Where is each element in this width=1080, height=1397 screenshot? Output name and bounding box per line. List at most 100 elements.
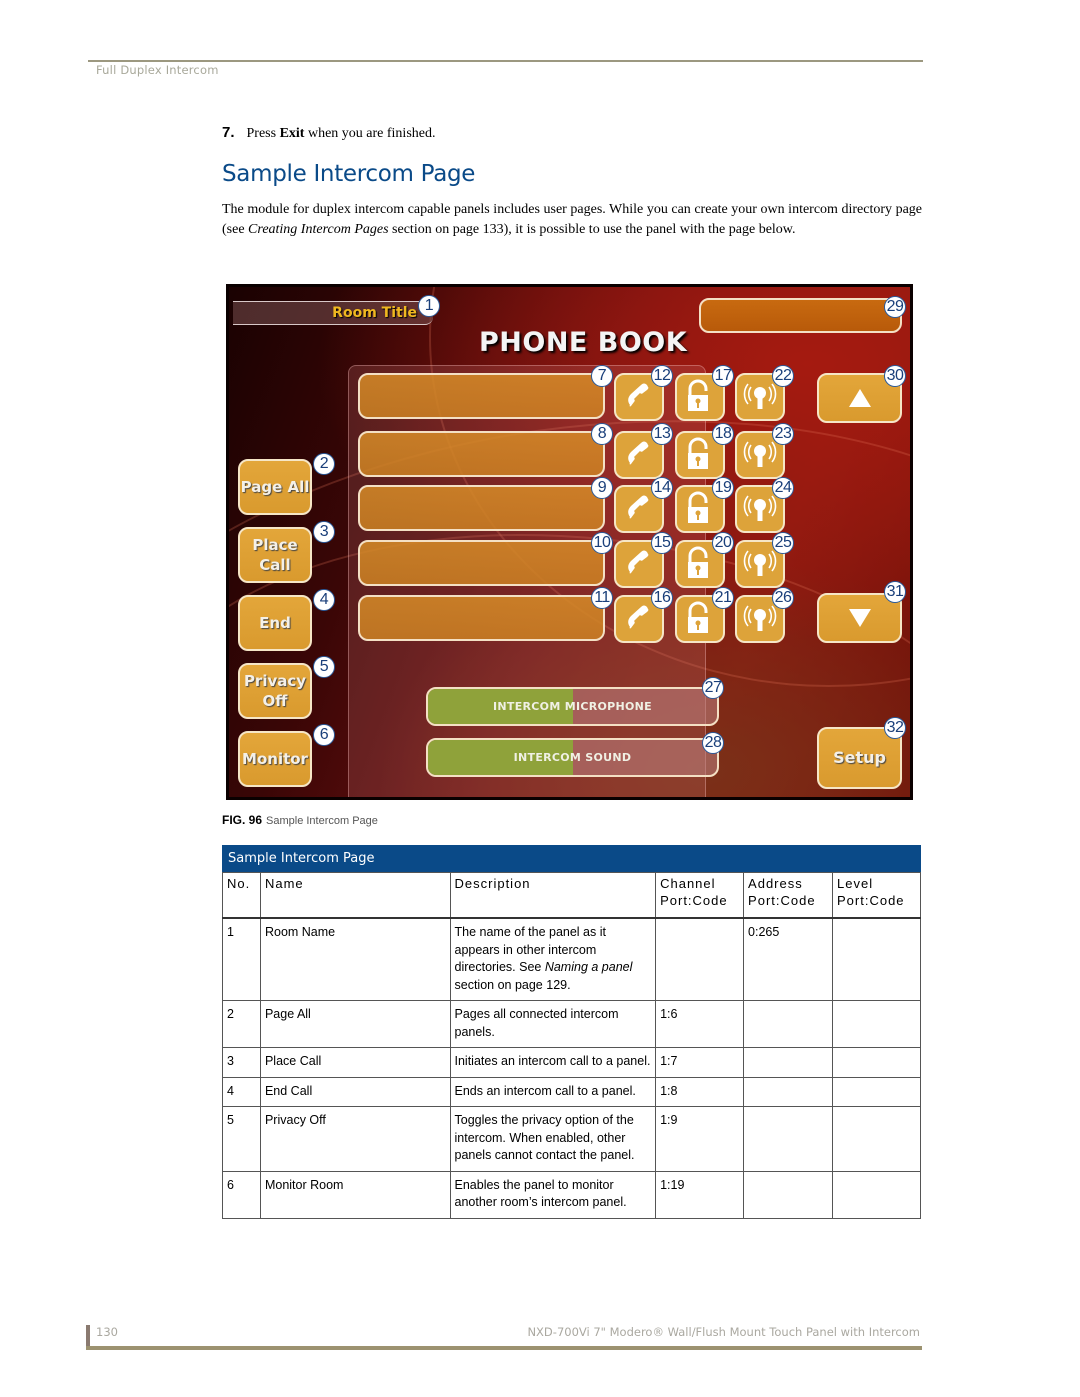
cell-name: Monitor Room — [259, 1170, 451, 1219]
step-7: 7. Press Exit when you are finished. — [222, 124, 436, 142]
callout-21: 21 — [712, 587, 734, 609]
cell-name: Room Name — [259, 917, 451, 1001]
end-label: End — [259, 614, 291, 632]
triangle-up-icon — [848, 389, 871, 407]
directory-entry-field[interactable] — [358, 485, 605, 531]
cell-address — [743, 1000, 833, 1048]
callout-26: 26 — [772, 587, 794, 609]
table-row: 3 Place Call Initiates an intercom call to… — [222, 1047, 921, 1078]
step-bold-exit: Exit — [279, 126, 305, 141]
place-call-label-line1: Place — [252, 536, 298, 554]
directory-entry-field[interactable] — [358, 431, 605, 477]
callout-19: 19 — [712, 477, 734, 499]
header-rule — [88, 60, 923, 62]
figure-label: FIG. 96 — [222, 813, 263, 827]
speaker-signal-icon — [743, 495, 777, 521]
callout-4: 4 — [313, 589, 335, 611]
running-header: Full Duplex Intercom — [96, 63, 219, 77]
phone-handset-icon — [628, 383, 649, 407]
cell-name: Page All — [259, 1000, 451, 1048]
unlocked-padlock-icon — [688, 546, 708, 578]
col-level: Level Port:Code — [832, 872, 921, 919]
cell-channel: 1:7 — [655, 1047, 745, 1078]
col-name: Name — [259, 872, 451, 919]
place-call-button[interactable]: Place Call — [238, 527, 312, 583]
figure-caption-text: Sample Intercom Page — [266, 815, 378, 827]
phone-handset-icon — [628, 495, 649, 519]
table-title: Sample Intercom Page — [222, 845, 921, 872]
phone-handset-icon — [628, 441, 649, 465]
directory-entry-field[interactable] — [358, 595, 605, 641]
phone-handset-icon — [628, 605, 649, 629]
callout-9: 9 — [591, 477, 613, 499]
page-all-label: Page All — [240, 478, 310, 496]
table-row: 5 Privacy Off Toggles the privacy option o… — [222, 1106, 921, 1172]
monitor-button[interactable]: Monitor — [238, 731, 312, 787]
section-title: Sample Intercom Page — [222, 161, 476, 187]
directory-entry-field[interactable] — [358, 540, 605, 586]
intercom-microphone-slider[interactable]: INTERCOM MICROPHONE — [426, 687, 719, 726]
cell-channel: 1:19 — [655, 1170, 745, 1219]
monitor-label: Monitor — [242, 750, 308, 768]
speaker-signal-icon — [743, 605, 777, 631]
callout-23: 23 — [772, 423, 794, 445]
cell-name: Privacy Off — [259, 1106, 451, 1172]
slider-label: INTERCOM MICROPHONE — [493, 700, 652, 713]
cell-level — [832, 1170, 921, 1219]
callout-6: 6 — [313, 724, 335, 746]
privacy-label-line1: Privacy — [243, 672, 307, 690]
triangle-down-icon — [848, 609, 871, 627]
col-description: Description — [449, 872, 657, 919]
callout-31: 31 — [884, 581, 906, 603]
callout-17: 17 — [712, 365, 734, 387]
sample-intercom-table: Sample Intercom Page No. Name Descriptio… — [222, 845, 921, 1219]
unlocked-padlock-icon — [688, 491, 708, 523]
callout-2: 2 — [313, 453, 335, 475]
description-link: Naming a panel — [544, 960, 633, 974]
callout-13: 13 — [651, 423, 673, 445]
table-row: 2 Page All Pages all connected intercom pa… — [222, 1000, 921, 1048]
intro-link-creating-intercom-pages: Creating Intercom Pages — [248, 221, 389, 237]
callout-11: 11 — [591, 587, 613, 609]
end-button[interactable]: End — [238, 595, 312, 651]
callout-29: 29 — [884, 296, 906, 318]
cell-description: Ends an intercom call to a panel. — [449, 1076, 657, 1107]
cell-no: 4 — [222, 1076, 261, 1107]
col-no: No. — [222, 872, 261, 919]
cell-no: 2 — [222, 1000, 261, 1048]
intercom-sound-slider[interactable]: INTERCOM SOUND — [426, 738, 719, 777]
phone-handset-icon — [628, 550, 649, 574]
step-number: 7. — [222, 124, 235, 141]
callout-3: 3 — [313, 521, 335, 543]
cell-name: Place Call — [259, 1047, 451, 1078]
col-address: Address Port:Code — [743, 872, 833, 919]
table-row: 1 Room Name The name of the panel as it ap… — [222, 917, 921, 1001]
place-call-label-line2: Call — [259, 556, 291, 574]
speaker-signal-icon — [743, 383, 777, 409]
page-all-button[interactable]: Page All — [238, 459, 312, 515]
cell-description: Initiates an intercom call to a panel. — [449, 1047, 657, 1078]
status-field — [699, 298, 902, 333]
cell-description: Toggles the privacy option of the interc… — [449, 1106, 657, 1172]
footer-doc-title: NXD-700Vi 7" Modero® Wall/Flush Mount To… — [527, 1325, 920, 1339]
cell-level — [832, 1106, 921, 1172]
cell-level — [832, 1047, 921, 1078]
intro-paragraph: The module for duplex intercom capable p… — [222, 200, 922, 239]
callout-7: 7 — [591, 365, 613, 387]
speaker-signal-icon — [743, 550, 777, 576]
cell-description: Enables the panel to monitor another roo… — [449, 1170, 657, 1219]
unlocked-padlock-icon — [688, 437, 708, 469]
directory-entry-field[interactable] — [358, 373, 605, 419]
speaker-signal-icon — [743, 441, 777, 467]
figure-caption: FIG. 96 Sample Intercom Page — [222, 813, 378, 827]
callout-32: 32 — [884, 717, 906, 739]
callout-14: 14 — [651, 477, 673, 499]
room-title: Room Title — [332, 305, 417, 321]
privacy-off-button[interactable]: Privacy Off — [238, 663, 312, 719]
callout-18: 18 — [712, 423, 734, 445]
page-number: 130 — [96, 1325, 118, 1339]
room-title-bar: Room Title — [233, 301, 433, 325]
table-header-row: No. Name Description Channel Port:Code Ad… — [222, 872, 921, 919]
intro-text-end: section on page 133), it is possible to … — [388, 221, 796, 237]
callout-15: 15 — [651, 532, 673, 554]
